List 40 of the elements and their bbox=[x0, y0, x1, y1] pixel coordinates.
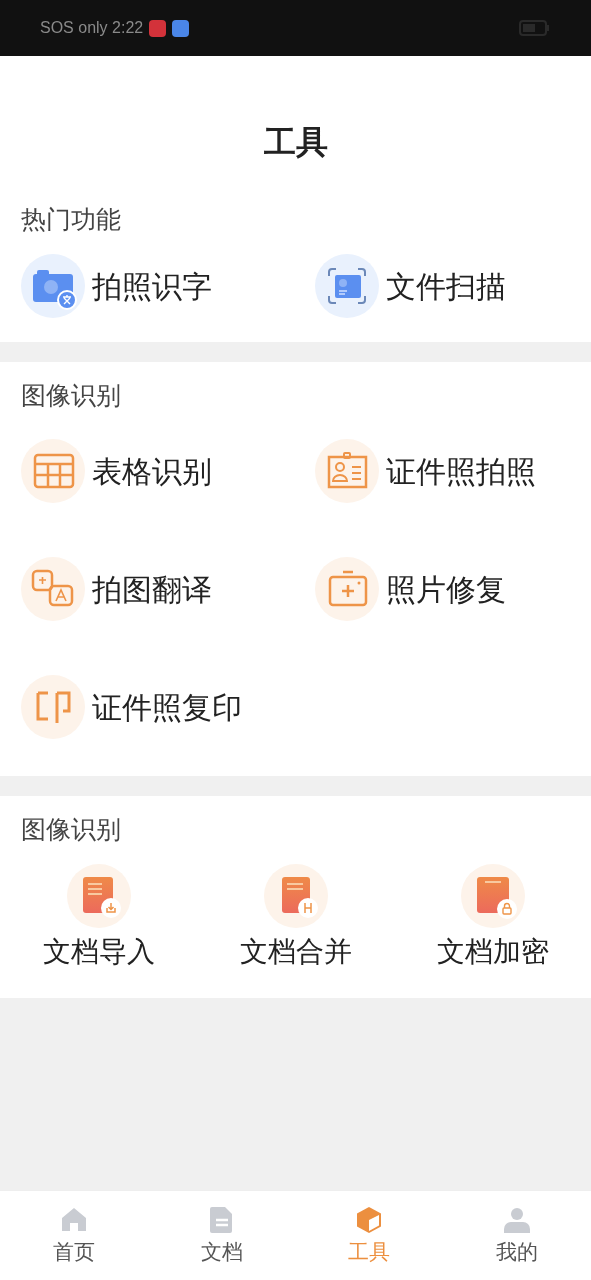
status-text: SOS only 2:22 bbox=[40, 18, 144, 38]
tool-label: 证件照拍照 bbox=[386, 453, 536, 490]
camera-icon bbox=[21, 254, 85, 318]
photo-repair-icon bbox=[315, 557, 379, 621]
app-icon bbox=[172, 19, 190, 37]
tool-label: 文档加密 bbox=[436, 935, 549, 969]
app-icon bbox=[149, 19, 167, 37]
translate-icon bbox=[21, 557, 85, 621]
tool-label: 文档合并 bbox=[239, 935, 352, 969]
tool-item[interactable]: 证件照复印 bbox=[21, 648, 315, 766]
section-heading: 图像识别 bbox=[21, 380, 122, 411]
tool-item[interactable]: 证件照拍照 bbox=[315, 412, 570, 530]
nav-tab[interactable]: 首页 bbox=[0, 1191, 148, 1280]
tool-label: 照片修复 bbox=[386, 571, 506, 608]
battery-icon bbox=[519, 20, 551, 36]
tool-item[interactable]: 拍照识字 bbox=[21, 236, 315, 336]
document-merge-icon bbox=[263, 864, 328, 928]
tool-label: 证件照复印 bbox=[92, 689, 242, 726]
table-icon bbox=[21, 439, 85, 503]
page-title: 工具 bbox=[263, 123, 328, 162]
tool-label: 表格识别 bbox=[92, 453, 212, 490]
id-card-icon bbox=[315, 439, 379, 503]
tool-label: 文件扫描 bbox=[386, 268, 506, 305]
document-scan-icon bbox=[315, 254, 379, 318]
section-heading: 图像识别 bbox=[21, 814, 122, 845]
tool-item[interactable]: 文档加密 bbox=[394, 864, 591, 972]
tool-item[interactable]: 拍图翻译 bbox=[21, 530, 315, 648]
tool-item[interactable]: 文件扫描 bbox=[315, 236, 570, 336]
tool-label: 拍图翻译 bbox=[92, 571, 212, 608]
nav-tab[interactable]: 文档 bbox=[147, 1191, 296, 1280]
document-import-icon bbox=[66, 864, 131, 928]
tool-label: 拍照识字 bbox=[92, 268, 212, 305]
tool-item[interactable]: 文档合并 bbox=[197, 864, 394, 972]
tool-item[interactable]: 照片修复 bbox=[315, 530, 570, 648]
section-heading: 热门功能 bbox=[21, 204, 122, 235]
nav-tab[interactable]: 我的 bbox=[443, 1191, 591, 1280]
tool-label: 文档导入 bbox=[42, 935, 155, 969]
tool-item[interactable]: 文档导入 bbox=[0, 864, 197, 972]
tool-item[interactable]: 表格识别 bbox=[21, 412, 315, 530]
document-lock-icon bbox=[460, 864, 525, 928]
